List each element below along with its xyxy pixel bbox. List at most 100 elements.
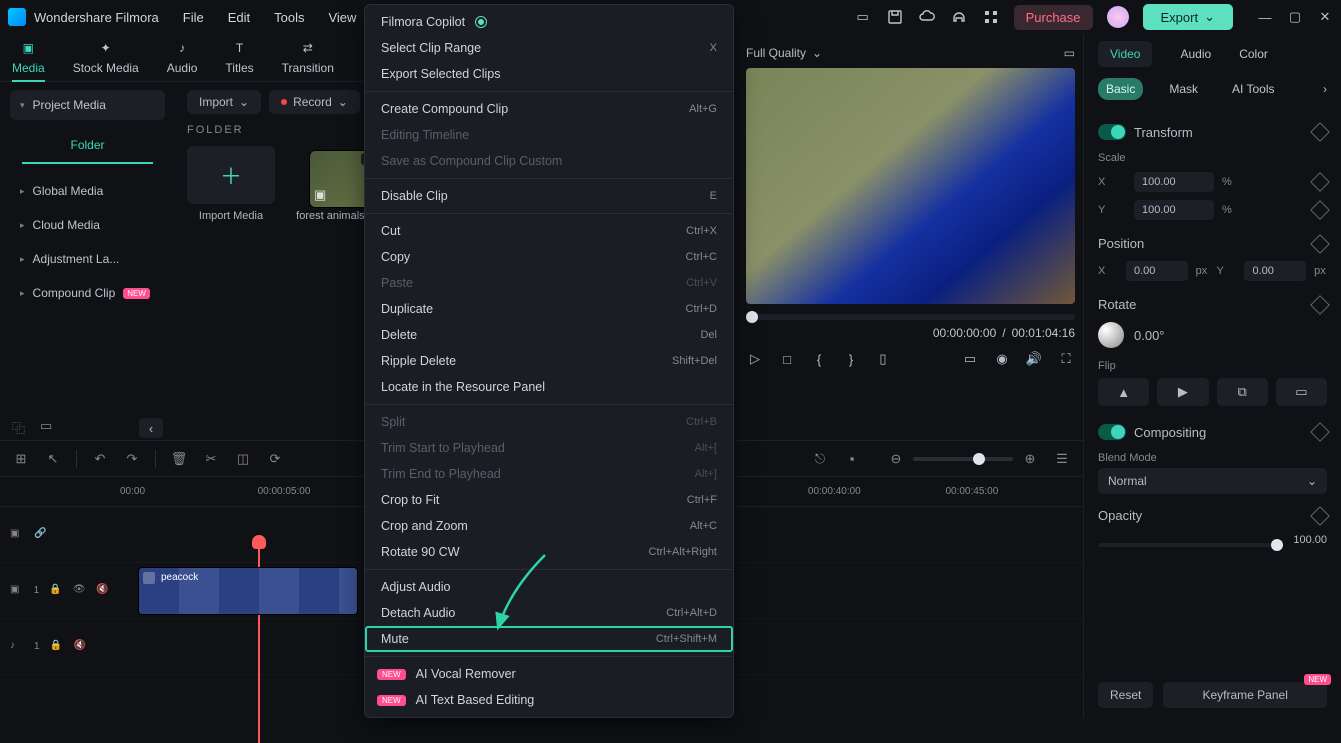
ctx-select-clip-range[interactable]: Select Clip RangeX — [365, 35, 733, 61]
inspector-tab-video[interactable]: Video — [1098, 41, 1152, 67]
marker-icon[interactable]: ▪ — [843, 450, 861, 468]
film-icon[interactable]: ▣ — [10, 584, 24, 598]
crop-icon[interactable]: ◫ — [234, 450, 252, 468]
import-dropdown[interactable]: Import⌄ — [187, 90, 261, 114]
mark-out-icon[interactable]: } — [842, 350, 860, 368]
menu-view[interactable]: View — [328, 10, 356, 25]
link-icon[interactable]: 🔗 — [34, 528, 48, 542]
mark-in-icon[interactable]: { — [810, 350, 828, 368]
eye-icon[interactable]: 👁 — [73, 584, 87, 598]
tab-stock-media[interactable]: ✦Stock Media — [73, 39, 139, 81]
sidebar-item-adjustment-layer[interactable]: ▸Adjustment La... — [10, 244, 165, 274]
magnet-icon[interactable]: ⎋ — [811, 450, 829, 468]
zoom-in-icon[interactable]: ⊕ — [1021, 450, 1039, 468]
ctx-crop-to-fit[interactable]: Crop to FitCtrl+F — [365, 487, 733, 513]
compositing-toggle[interactable] — [1098, 424, 1126, 440]
volume-icon[interactable]: 🔊 — [1025, 350, 1043, 368]
scale-y-input[interactable]: 100.00 — [1134, 200, 1214, 220]
blend-mode-select[interactable]: Normal⌄ — [1098, 468, 1327, 494]
flip-vertical-button[interactable]: ▶ — [1157, 378, 1208, 406]
quality-dropdown[interactable]: Full Quality⌄ — [746, 46, 822, 60]
seek-knob[interactable] — [746, 311, 758, 323]
transform-toggle[interactable] — [1098, 124, 1126, 140]
lock-icon[interactable]: 🔒 — [50, 640, 64, 654]
ctx-ai-vocal-remover[interactable]: NEWAI Vocal Remover — [365, 661, 733, 687]
ctx-mute[interactable]: MuteCtrl+Shift+M — [365, 626, 733, 652]
preview-video[interactable] — [746, 68, 1075, 304]
lock-icon[interactable]: 🔒 — [49, 584, 63, 598]
flip-paste-button[interactable]: ▭ — [1276, 378, 1327, 406]
purchase-button[interactable]: Purchase — [1014, 5, 1093, 30]
fullscreen-icon[interactable]: ⛶ — [1057, 350, 1075, 368]
keyframe-icon[interactable] — [1310, 506, 1330, 526]
ctx-disable-clip[interactable]: Disable ClipE — [365, 183, 733, 209]
folder-icon[interactable]: ▭ — [40, 418, 58, 436]
tab-transitions[interactable]: ⇄Transition — [282, 39, 334, 81]
seek-bar[interactable] — [746, 314, 1075, 320]
sidebar-folder-header[interactable]: Folder — [22, 128, 153, 164]
ctx-locate-in-the-resource-panel[interactable]: Locate in the Resource Panel — [365, 374, 733, 400]
ctx-cut[interactable]: CutCtrl+X — [365, 218, 733, 244]
keyframe-icon[interactable] — [1310, 422, 1330, 442]
collapse-sidebar-button[interactable]: ‹ — [139, 418, 163, 438]
ctx-rotate-90-cw[interactable]: Rotate 90 CWCtrl+Alt+Right — [365, 539, 733, 565]
ctx-ripple-delete[interactable]: Ripple DeleteShift+Del — [365, 348, 733, 374]
layout-icon[interactable]: ⊞ — [12, 450, 30, 468]
cloud-icon[interactable] — [918, 8, 936, 26]
save-icon[interactable] — [886, 8, 904, 26]
undo-icon[interactable]: ↶ — [91, 450, 109, 468]
device-icon[interactable]: ▭ — [854, 8, 872, 26]
ctx-duplicate[interactable]: DuplicateCtrl+D — [365, 296, 733, 322]
list-icon[interactable]: ☰ — [1053, 450, 1071, 468]
headphones-icon[interactable] — [950, 8, 968, 26]
cut-icon[interactable]: ✂ — [202, 450, 220, 468]
music-icon[interactable]: ♪ — [10, 640, 24, 654]
chevron-right-icon[interactable]: › — [1323, 82, 1327, 96]
mute-icon[interactable]: 🔇 — [96, 584, 110, 598]
play-icon[interactable]: ▷ — [746, 350, 764, 368]
snapshot-icon[interactable]: ▭ — [1064, 46, 1075, 60]
ctx-adjust-audio[interactable]: Adjust Audio — [365, 574, 733, 600]
sidebar-item-project-media[interactable]: ▾Project Media — [10, 90, 165, 120]
record-dropdown[interactable]: Record⌄ — [269, 90, 360, 114]
rotate-knob[interactable] — [1098, 322, 1124, 348]
reset-button[interactable]: Reset — [1098, 682, 1153, 708]
ratio-icon[interactable]: ▯ — [874, 350, 892, 368]
menu-tools[interactable]: Tools — [274, 10, 304, 25]
menu-edit[interactable]: Edit — [228, 10, 250, 25]
pos-y-input[interactable]: 0.00 — [1244, 261, 1306, 281]
inspector-tab-audio[interactable]: Audio — [1180, 41, 1211, 67]
ctx-filmora-copilot[interactable]: Filmora Copilot — [365, 9, 733, 35]
tab-titles[interactable]: TTitles — [225, 39, 253, 81]
stop-icon[interactable]: □ — [778, 350, 796, 368]
speed-icon[interactable]: ⟳ — [266, 450, 284, 468]
opacity-slider[interactable] — [1098, 543, 1283, 547]
avatar[interactable] — [1107, 6, 1129, 28]
import-media-card[interactable]: ＋ Import Media — [187, 146, 275, 222]
sidebar-item-cloud-media[interactable]: ▸Cloud Media — [10, 210, 165, 240]
ctx-crop-and-zoom[interactable]: Crop and ZoomAlt+C — [365, 513, 733, 539]
camera-icon[interactable]: ◉ — [993, 350, 1011, 368]
tab-audio[interactable]: ♪Audio — [167, 39, 198, 81]
window-minimize-button[interactable]: — — [1257, 9, 1273, 25]
ctx-export-selected-clips[interactable]: Export Selected Clips — [365, 61, 733, 87]
ctx-ai-text-based-editing[interactable]: NEWAI Text Based Editing — [365, 687, 733, 713]
display-icon[interactable]: ▭ — [961, 350, 979, 368]
keyframe-icon[interactable] — [1310, 234, 1330, 254]
keyframe-icon[interactable] — [1310, 122, 1330, 142]
keyframe-icon[interactable] — [1310, 295, 1330, 315]
flip-horizontal-button[interactable]: ▲ — [1098, 378, 1149, 406]
rotate-input[interactable]: 0.00° — [1134, 328, 1165, 343]
window-close-button[interactable]: ✕ — [1317, 9, 1333, 25]
sidebar-item-global-media[interactable]: ▸Global Media — [10, 176, 165, 206]
mute-icon[interactable]: 🔇 — [74, 640, 88, 654]
pointer-icon[interactable]: ↖ — [44, 450, 62, 468]
subtab-mask[interactable]: Mask — [1161, 78, 1206, 100]
scale-x-input[interactable]: 100.00 — [1134, 172, 1214, 192]
apps-icon[interactable] — [982, 8, 1000, 26]
export-button[interactable]: Export⌄ — [1143, 4, 1233, 30]
new-folder-icon[interactable]: ⿻ — [12, 418, 30, 436]
flip-copy-button[interactable]: ⧉ — [1217, 378, 1268, 406]
sidebar-item-compound-clip[interactable]: ▸Compound ClipNEW — [10, 278, 165, 308]
ctx-detach-audio[interactable]: Detach AudioCtrl+Alt+D — [365, 600, 733, 626]
